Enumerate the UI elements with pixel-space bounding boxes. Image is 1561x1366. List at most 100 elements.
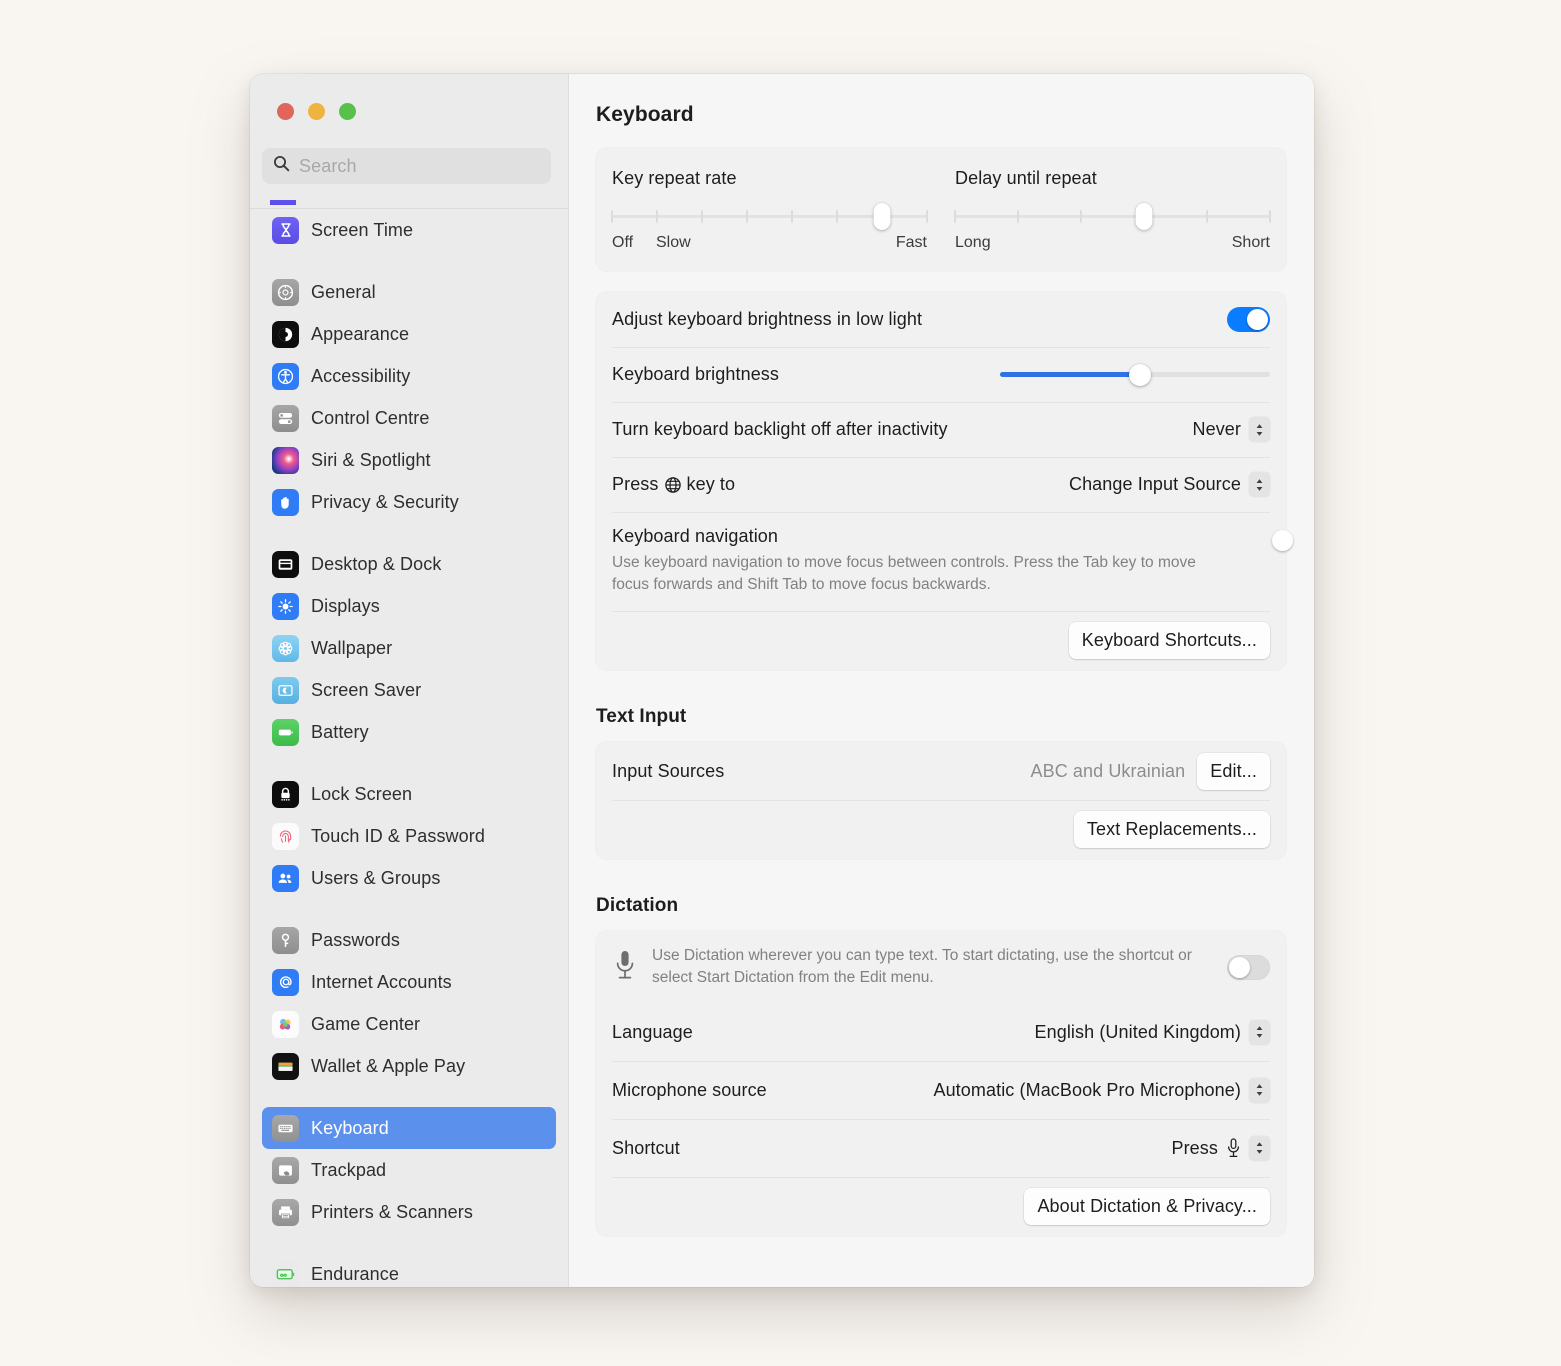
keyboard-settings-card: Adjust keyboard brightness in low light …	[596, 292, 1293, 670]
delay-until-repeat-label: Delay until repeat	[955, 168, 1097, 188]
hand-icon	[272, 488, 299, 516]
globe-icon	[664, 476, 682, 494]
sidebar-item-touch-id-password[interactable]: Touch ID & Password	[262, 815, 556, 857]
text-input-section-title: Text Input	[596, 706, 687, 727]
sidebar-item-screen-saver[interactable]: Screen Saver	[262, 669, 556, 711]
text-input-card: Input Sources ABC and Ukrainian Edit... …	[596, 742, 1286, 859]
slider-thumb[interactable]	[1135, 203, 1153, 230]
adjust-brightness-toggle[interactable]	[1227, 307, 1270, 332]
delay-scale-labels: Long Short	[955, 234, 1270, 254]
scale-label-off: Off	[612, 234, 634, 251]
input-sources-label: Input Sources	[612, 760, 725, 781]
search-input[interactable]: Search	[262, 148, 551, 184]
sidebar-item-internet-accounts[interactable]: Internet Accounts	[262, 961, 556, 1003]
slider-tick	[926, 210, 928, 223]
keyboard-navigation-row: Keyboard navigation Use keyboard navigat…	[596, 512, 1293, 611]
sidebar-item-wallpaper[interactable]: Wallpaper	[262, 627, 556, 669]
gear-icon	[272, 278, 299, 306]
key-repeat-rate-slider[interactable]	[611, 203, 928, 230]
sidebar-item-control-centre[interactable]: Control Centre	[262, 397, 556, 439]
backlight-off-value[interactable]: Never	[1192, 419, 1241, 440]
microphone-source-row: Microphone source Automatic (MacBook Pro…	[596, 1061, 1286, 1119]
sidebar-item-desktop-dock[interactable]: Desktop & Dock	[262, 543, 556, 585]
slider-thumb[interactable]	[873, 203, 891, 230]
sidebar-item-battery[interactable]: Battery	[262, 711, 556, 753]
chevron-updown-icon[interactable]	[1249, 1077, 1270, 1103]
infinity-icon	[272, 1260, 299, 1287]
close-button[interactable]	[277, 102, 294, 120]
sidebar-item-label: General	[311, 281, 376, 302]
sidebar-item-endurance[interactable]: Endurance	[262, 1253, 556, 1287]
sidebar-item-partially-scrolled[interactable]	[250, 200, 568, 208]
sidebar-item-displays[interactable]: Displays	[262, 585, 556, 627]
toggle-knob	[1247, 309, 1268, 330]
sidebar-item-wallet-apple-pay[interactable]: Wallet & Apple Pay	[262, 1045, 556, 1087]
sidebar-item-game-center[interactable]: Game Center	[262, 1003, 556, 1045]
chevron-updown-icon[interactable]	[1249, 472, 1270, 497]
dictation-language-value[interactable]: English (United Kingdom)	[1035, 1022, 1242, 1043]
slider-tick	[1269, 210, 1271, 223]
keyboard-brightness-slider[interactable]	[1000, 363, 1270, 386]
zoom-button[interactable]	[339, 102, 356, 120]
hourglass-icon	[272, 216, 299, 244]
scale-label-short: Short	[1231, 234, 1270, 251]
sidebar-item-label: Desktop & Dock	[311, 553, 442, 574]
slider-thumb[interactable]	[1129, 363, 1152, 386]
key-icon	[272, 926, 299, 954]
microphone-source-value[interactable]: Automatic (MacBook Pro Microphone)	[933, 1080, 1241, 1101]
slider-tick	[1080, 210, 1082, 223]
about-dictation-privacy-button[interactable]: About Dictation & Privacy...	[1024, 1188, 1270, 1225]
search-placeholder: Search	[299, 155, 357, 176]
dictation-intro-row: Use Dictation wherever you can type text…	[596, 931, 1286, 1003]
globe-key-row: Press key to Change Input Source	[596, 457, 1286, 512]
chevron-updown-icon[interactable]	[1249, 1135, 1270, 1161]
sidebar-item-label: Screen Time	[311, 219, 414, 240]
edit-input-sources-button[interactable]: Edit...	[1197, 752, 1270, 790]
delay-until-repeat-slider[interactable]	[954, 203, 1271, 230]
sidebar-item-label: Game Center	[311, 1013, 421, 1034]
dictation-shortcut-label: Shortcut	[612, 1137, 680, 1158]
sidebar-item-trackpad[interactable]: Trackpad	[262, 1149, 556, 1191]
sidebar-item-accessibility[interactable]: Accessibility	[262, 355, 556, 397]
toggle-knob	[1229, 956, 1250, 978]
sidebar-item-appearance[interactable]: Appearance	[262, 313, 556, 355]
dictation-shortcut-value[interactable]: Press	[1171, 1138, 1218, 1159]
sidebar-item-label: Displays	[311, 595, 380, 616]
sidebar-item-label: Privacy & Security	[311, 491, 459, 512]
about-dictation-row: About Dictation & Privacy...	[596, 1177, 1286, 1236]
keyboard-brightness-label: Keyboard brightness	[612, 364, 780, 384]
sidebar-item-passwords[interactable]: Passwords	[262, 919, 556, 961]
dictation-toggle[interactable]	[1227, 954, 1270, 980]
globe-key-value[interactable]: Change Input Source	[1069, 474, 1241, 495]
sidebar-item-keyboard[interactable]: Keyboard	[262, 1107, 556, 1149]
sidebar-item-label: Appearance	[311, 323, 410, 344]
microphone-icon	[1226, 1137, 1241, 1159]
sidebar-item-screen-time[interactable]: Screen Time	[262, 209, 556, 251]
chevron-updown-icon[interactable]	[1249, 417, 1270, 442]
sidebar-item-privacy-security[interactable]: Privacy & Security	[262, 481, 556, 523]
globe-key-label-before: Press	[612, 474, 659, 494]
sidebar-item-users-groups[interactable]: Users & Groups	[262, 857, 556, 899]
dictation-language-label: Language	[612, 1021, 693, 1042]
sidebar-item-siri-spotlight[interactable]: Siri & Spotlight	[262, 439, 556, 481]
scale-label-slow: Slow	[656, 234, 691, 251]
globe-key-label: Press key to	[612, 474, 735, 495]
slider-fill	[1000, 372, 1141, 377]
sidebar-item-lock-screen[interactable]: Lock Screen	[262, 773, 556, 815]
text-replacements-row: Text Replacements...	[596, 800, 1286, 859]
keyboard-shortcuts-button[interactable]: Keyboard Shortcuts...	[1068, 622, 1270, 659]
sidebar: Search Screen Time General Appearance Ac…	[250, 74, 568, 1287]
microphone-source-label: Microphone source	[612, 1079, 767, 1100]
text-replacements-button[interactable]: Text Replacements...	[1073, 811, 1270, 848]
sidebar-item-printers-scanners[interactable]: Printers & Scanners	[262, 1191, 556, 1233]
slider-tick	[954, 210, 956, 223]
page-title: Keyboard	[596, 103, 694, 126]
sidebar-item-label: Wallet & Apple Pay	[311, 1055, 466, 1076]
chevron-updown-icon[interactable]	[1249, 1019, 1270, 1045]
sidebar-item-general[interactable]: General	[262, 271, 556, 313]
minimise-button[interactable]	[308, 102, 325, 120]
search-icon	[273, 155, 290, 177]
sidebar-scroll-area[interactable]: Screen Time General Appearance Accessibi…	[250, 200, 568, 1287]
